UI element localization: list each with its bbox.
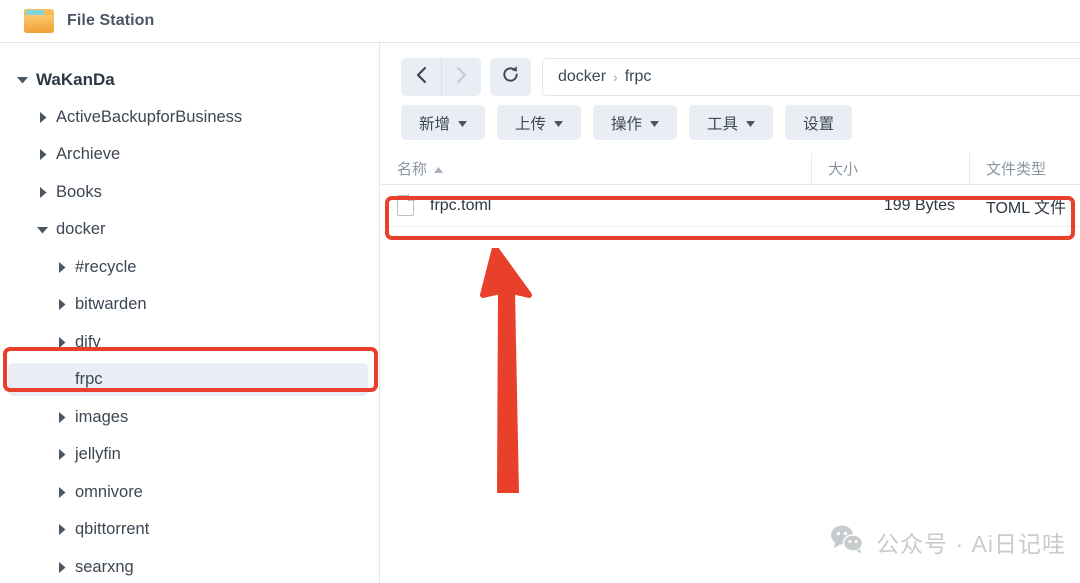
sidebar-item-label: ActiveBackupforBusiness — [56, 107, 243, 126]
sidebar-item-label: omnivore — [75, 482, 143, 501]
sidebar-item-qbittorrent[interactable]: qbittorrent — [0, 511, 379, 549]
watermark: 公众号 · Ai日记哇 — [830, 524, 1066, 559]
sidebar-item-recycle[interactable]: #recycle — [0, 249, 379, 287]
column-header-filetype[interactable]: 文件类型 — [969, 152, 1080, 185]
toolbar-button-label: 设置 — [803, 115, 835, 133]
sidebar-item-label: Books — [56, 182, 102, 201]
chevron-left-icon — [416, 66, 427, 89]
sidebar[interactable]: WaKanDa ActiveBackupforBusiness Archieve Bo… — [0, 43, 380, 583]
folder-icon — [24, 8, 54, 34]
sidebar-item-docker[interactable]: docker — [0, 211, 379, 249]
breadcrumb-separator: › — [613, 69, 618, 85]
file-name-cell[interactable]: frpc.toml — [381, 185, 811, 227]
toolbar-button-3[interactable]: 工具 — [689, 105, 774, 140]
path-breadcrumb-field[interactable]: docker › frpc — [542, 58, 1080, 96]
toolbar-button-label: 新增 — [419, 115, 451, 133]
app-header: File Station — [0, 0, 1080, 43]
sidebar-item-archieve[interactable]: Archieve — [0, 136, 379, 174]
sidebar-item-dify[interactable]: dify — [0, 324, 379, 362]
file-table-body: frpc.toml 199 Bytes TOML 文件 — [381, 185, 1080, 227]
chevron-right-icon[interactable] — [36, 111, 49, 123]
page-title: File Station — [67, 12, 155, 29]
sidebar-item-selection-highlight — [8, 363, 368, 396]
sidebar-item-label: #recycle — [75, 257, 137, 276]
sidebar-item-activebackupforbusiness[interactable]: ActiveBackupforBusiness — [0, 99, 379, 137]
wechat-icon — [830, 524, 864, 559]
column-header-size[interactable]: 大小 — [811, 152, 969, 185]
sidebar-item-omnivore[interactable]: omnivore — [0, 474, 379, 512]
file-icon — [397, 194, 415, 216]
sidebar-item-label: bitwarden — [75, 295, 147, 314]
toolbar-button-0[interactable]: 新增 — [401, 105, 486, 140]
chevron-right-icon[interactable] — [55, 449, 68, 461]
breadcrumb-item-0[interactable]: docker — [558, 68, 606, 86]
toolbar-button-label: 工具 — [707, 115, 739, 133]
main-pane: docker › frpc 新增 上传 操作 工具 设置 名称 大小 文件类型 — [381, 43, 1080, 583]
sidebar-item-frpc[interactable]: frpc — [0, 361, 379, 399]
chevron-down-icon — [458, 114, 468, 132]
column-header-name[interactable]: 名称 — [381, 153, 811, 185]
file-name-label: frpc.toml — [430, 196, 492, 214]
chevron-right-icon[interactable] — [55, 486, 68, 498]
file-table: 名称 大小 文件类型 frpc.toml 199 Bytes TOML 文件 — [381, 152, 1080, 227]
chevron-right-icon[interactable] — [55, 561, 68, 573]
sidebar-item-bitwarden[interactable]: bitwarden — [0, 286, 379, 324]
chevron-right-icon[interactable] — [55, 411, 68, 423]
sidebar-item-images[interactable]: images — [0, 399, 379, 437]
file-table-header: 名称 大小 文件类型 — [381, 152, 1080, 185]
toolbar-button-1[interactable]: 上传 — [497, 105, 582, 140]
breadcrumb-item-1[interactable]: frpc — [625, 68, 652, 86]
forward-button[interactable] — [441, 58, 481, 96]
folder-tree[interactable]: WaKanDa ActiveBackupforBusiness Archieve Bo… — [0, 61, 379, 583]
refresh-button[interactable] — [490, 58, 531, 96]
chevron-down-icon — [650, 114, 660, 132]
chevron-down-icon — [746, 114, 756, 132]
chevron-right-icon — [456, 66, 467, 89]
sidebar-item-label: docker — [56, 220, 106, 239]
table-row[interactable]: frpc.toml 199 Bytes TOML 文件 — [381, 185, 1080, 227]
chevron-down-icon — [554, 114, 564, 132]
sidebar-item-label: searxng — [75, 557, 134, 576]
file-station-window: File Station WaKanDa ActiveBackupforBusin… — [0, 0, 1080, 583]
sidebar-item-wakanda[interactable]: WaKanDa — [0, 61, 379, 99]
watermark-text: 公众号 · Ai日记哇 — [876, 530, 1066, 557]
sidebar-item-label: jellyfin — [75, 445, 121, 464]
toolbar-button-label: 上传 — [515, 115, 547, 133]
column-header-filetype-label: 文件类型 — [986, 161, 1047, 178]
sidebar-item-jellyfin[interactable]: jellyfin — [0, 436, 379, 474]
toolbar-button-2[interactable]: 操作 — [593, 105, 678, 140]
toolbar-button-label: 操作 — [611, 115, 643, 133]
chevron-right-icon[interactable] — [55, 524, 68, 536]
file-type-cell: TOML 文件 — [985, 199, 1066, 217]
chevron-right-icon[interactable] — [55, 336, 68, 348]
sidebar-item-label: WaKanDa — [36, 69, 115, 89]
chevron-right-icon[interactable] — [55, 261, 68, 273]
chevron-right-icon[interactable] — [55, 299, 68, 311]
navigation-bar: docker › frpc — [381, 43, 1080, 97]
column-header-name-label: 名称 — [397, 161, 428, 178]
chevron-right-icon[interactable] — [36, 186, 49, 198]
sidebar-item-label: frpc — [75, 370, 103, 389]
sidebar-item-label: images — [75, 407, 129, 426]
file-size-cell: 199 Bytes — [883, 196, 955, 214]
chevron-down-icon[interactable] — [16, 76, 29, 84]
sidebar-item-searxng[interactable]: searxng — [0, 549, 379, 583]
sort-asc-icon — [434, 160, 444, 177]
sidebar-item-label: Archieve — [56, 145, 121, 164]
back-button[interactable] — [401, 58, 441, 96]
nav-history-group[interactable] — [401, 58, 481, 96]
refresh-icon — [501, 65, 520, 89]
toolbar-button-4[interactable]: 设置 — [785, 105, 853, 140]
sidebar-item-books[interactable]: Books — [0, 174, 379, 212]
toolbar[interactable]: 新增 上传 操作 工具 设置 — [381, 100, 1080, 145]
chevron-down-icon[interactable] — [36, 226, 49, 234]
sidebar-item-label: dify — [75, 332, 101, 351]
sidebar-item-label: qbittorrent — [75, 520, 150, 539]
column-header-size-label: 大小 — [828, 161, 859, 178]
chevron-right-icon[interactable] — [36, 149, 49, 161]
